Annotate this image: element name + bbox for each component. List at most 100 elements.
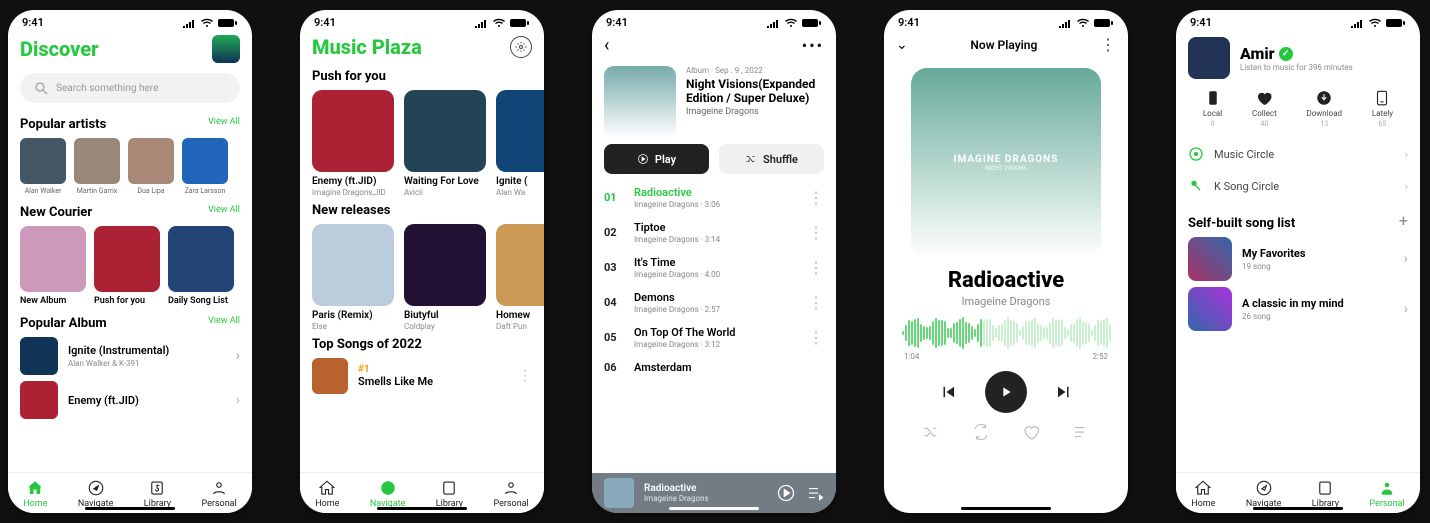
clock-icon [1373, 89, 1391, 107]
signal-icon [182, 18, 196, 28]
track-item[interactable]: 01RadioactiveImageine Dragons · 3:06⋮ [604, 180, 824, 215]
queue-icon[interactable] [1072, 423, 1090, 441]
menu-k-song-circle[interactable]: K Song Circle › [1188, 170, 1408, 202]
nav-library[interactable]: Library [144, 479, 171, 509]
courier-item[interactable]: New Album [20, 226, 86, 306]
repeat-icon[interactable] [972, 423, 990, 441]
previous-button[interactable] [939, 383, 957, 401]
status-time: 9:41 [1190, 16, 1212, 29]
screen-music-plaza: 9:41 Music Plaza Push for you Enemy (ft.… [300, 10, 544, 513]
now-playing-label: Now Playing [970, 38, 1037, 52]
more-vertical-icon[interactable]: ⋮ [808, 293, 824, 312]
home-indicator [1253, 507, 1343, 510]
status-time: 9:41 [898, 16, 920, 29]
album-artist: Imageine Dragons [686, 107, 824, 117]
status-bar: 9:41 [300, 10, 544, 31]
more-vertical-icon[interactable]: ⋮ [518, 368, 532, 384]
playlist-item[interactable]: A classic in my mind26 song› [1188, 287, 1408, 331]
album-item[interactable]: Ignite (Instrumental)Alan Walker & K-391… [20, 337, 240, 375]
add-playlist-button[interactable]: + [1399, 211, 1408, 230]
chevron-right-icon: › [1405, 148, 1408, 161]
next-button[interactable] [1055, 383, 1073, 401]
push-item[interactable]: Ignite (Alan Wa [496, 90, 544, 197]
artist-item[interactable]: Zara Larsson [182, 138, 228, 195]
nav-navigate[interactable]: Navigate [1246, 479, 1281, 509]
search-input[interactable]: Search something here [20, 73, 240, 103]
waveform[interactable] [896, 316, 1116, 350]
shuffle-icon[interactable] [922, 423, 940, 441]
release-item[interactable]: HomewDaft Pun [496, 224, 544, 331]
more-vertical-icon[interactable]: ⋮ [1100, 35, 1116, 54]
heart-icon[interactable] [1022, 423, 1040, 441]
profile-subtitle: Listen to music for 396 minutes [1240, 63, 1353, 72]
playlist-item[interactable]: My Favorites19 song› [1188, 237, 1408, 281]
stat-download[interactable]: Download13 [1306, 89, 1342, 128]
push-item[interactable]: Enemy (ft.JID)Imagine Dragons,JID [312, 90, 394, 197]
album-artwork [604, 66, 676, 138]
download-icon [1315, 89, 1333, 107]
shuffle-button[interactable]: Shuffle [719, 144, 824, 174]
nav-personal[interactable]: Personal [493, 479, 528, 509]
search-icon [34, 81, 48, 95]
mic-icon [1188, 178, 1204, 194]
menu-music-circle[interactable]: Music Circle › [1188, 138, 1408, 170]
view-all-album[interactable]: View All [208, 316, 240, 326]
view-all-courier[interactable]: View All [208, 205, 240, 215]
artist-item[interactable]: Alan Walker [20, 138, 66, 195]
track-item[interactable]: 03It's TimeImageine Dragons · 4:00⋮ [604, 250, 824, 285]
nav-navigate[interactable]: Navigate [370, 479, 405, 509]
view-all-artists[interactable]: View All [208, 117, 240, 127]
push-item[interactable]: Waiting For LoveAvicii [404, 90, 486, 197]
nav-personal[interactable]: Personal [1369, 479, 1404, 509]
more-horizontal-icon[interactable]: ••• [802, 36, 824, 55]
chevron-down-button[interactable]: ⌄ [896, 37, 908, 53]
queue-icon[interactable] [806, 484, 824, 502]
track-item[interactable]: 06Amsterdam [604, 355, 824, 380]
more-vertical-icon[interactable]: ⋮ [808, 328, 824, 347]
back-button[interactable]: ‹ [604, 35, 609, 56]
profile-header[interactable]: Amir✓ Listen to music for 396 minutes [1188, 37, 1408, 79]
stat-collect[interactable]: Collect40 [1252, 89, 1277, 128]
time-elapsed: 1:04 [904, 352, 919, 361]
nav-personal[interactable]: Personal [201, 479, 236, 509]
release-item[interactable]: BiutyfulColdplay [404, 224, 486, 331]
courier-item[interactable]: Daily Song List [168, 226, 234, 306]
track-item[interactable]: 05On Top Of The WorldImageine Dragons · … [604, 320, 824, 355]
avatar[interactable] [212, 35, 240, 63]
top-song-item[interactable]: #1Smells Like Me ⋮ [312, 358, 532, 394]
disc-icon [1188, 146, 1204, 162]
status-bar: 9:41 [884, 10, 1128, 31]
more-vertical-icon[interactable]: ⋮ [808, 258, 824, 277]
settings-button[interactable] [510, 36, 532, 58]
stat-local[interactable]: Local0 [1203, 89, 1222, 128]
courier-item[interactable]: Push for you [94, 226, 160, 306]
section-top-songs: Top Songs of 2022 [312, 337, 532, 352]
artist-item[interactable]: Martin Garrix [74, 138, 120, 195]
nav-home[interactable]: Home [23, 479, 47, 509]
play-circle-icon[interactable] [776, 483, 796, 503]
track-item[interactable]: 02TiptoeImageine Dragons · 3:14⋮ [604, 215, 824, 250]
page-title: Discover [20, 37, 99, 61]
battery-icon [218, 18, 238, 28]
play-icon [998, 384, 1014, 400]
nav-home[interactable]: Home [1191, 479, 1215, 509]
album-item[interactable]: Enemy (ft.JID) › [20, 381, 240, 419]
nav-library[interactable]: Library [436, 479, 463, 509]
artist-item[interactable]: Dua Lipa [128, 138, 174, 195]
song-artist: Imageine Dragons [896, 295, 1116, 308]
chevron-right-icon: › [1404, 301, 1408, 317]
nav-navigate[interactable]: Navigate [78, 479, 113, 509]
verified-badge-icon: ✓ [1279, 47, 1293, 61]
screen-profile: 9:41 Amir✓ Listen to music for 396 minut… [1176, 10, 1420, 513]
home-indicator [961, 507, 1051, 510]
nav-library[interactable]: Library [1312, 479, 1339, 509]
stat-lately[interactable]: Lately65 [1372, 89, 1393, 128]
more-vertical-icon[interactable]: ⋮ [808, 223, 824, 242]
more-vertical-icon[interactable]: ⋮ [808, 188, 824, 207]
release-item[interactable]: Paris (Remix)Else [312, 224, 394, 331]
nav-home[interactable]: Home [315, 479, 339, 509]
track-item[interactable]: 04DemonsImageine Dragons · 2:57⋮ [604, 285, 824, 320]
play-pause-button[interactable] [985, 371, 1027, 413]
artists-list: Alan Walker Martin Garrix Dua Lipa Zara … [20, 138, 240, 195]
play-button[interactable]: Play [604, 144, 709, 174]
